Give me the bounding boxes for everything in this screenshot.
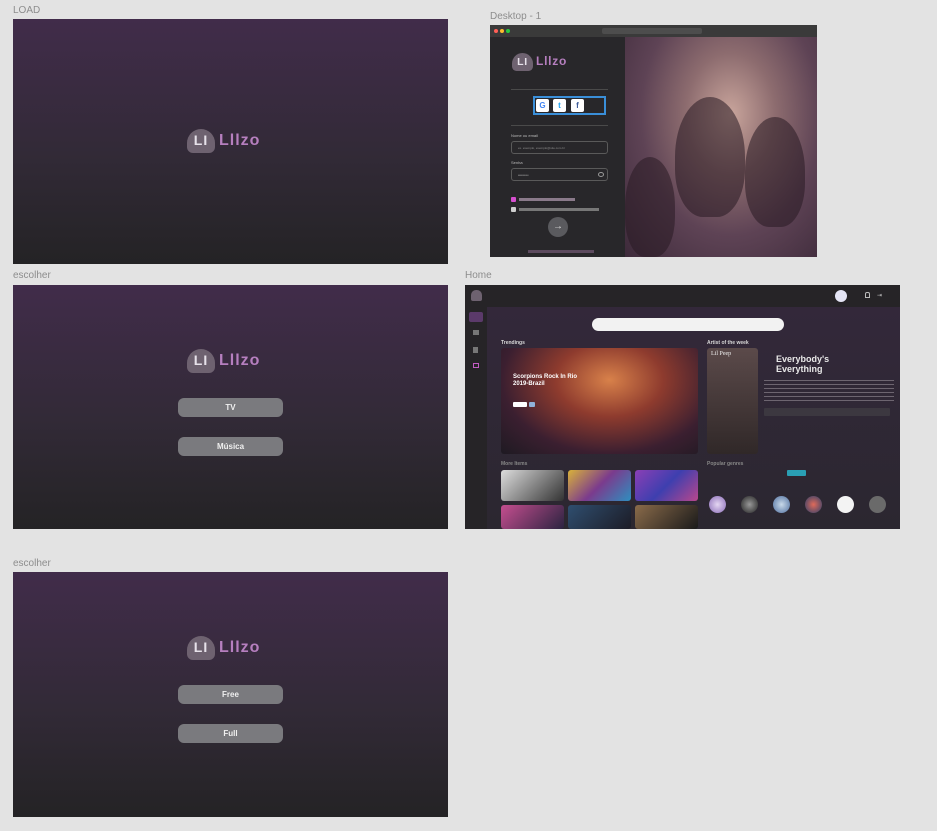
brand-logo: LI Lllzo — [187, 349, 260, 373]
password-label: Senha — [511, 160, 523, 165]
close-dot-icon[interactable] — [494, 29, 498, 33]
browser-toolbar — [490, 25, 817, 37]
remember-checkbox[interactable] — [511, 197, 516, 202]
brand-name: Lllzo — [219, 132, 261, 149]
concert-photo — [625, 37, 817, 257]
escolher-frame: LI Lllzo TV Música — [13, 285, 448, 529]
signup-link[interactable] — [528, 250, 594, 253]
featured-subtitle: 2019-Brazil — [513, 381, 545, 387]
google-icon[interactable]: G — [536, 99, 549, 112]
address-bar[interactable] — [602, 28, 702, 34]
trendings-title: Trendings — [501, 340, 525, 346]
genre-circle[interactable] — [709, 496, 726, 513]
remember-text — [519, 198, 575, 201]
maximize-dot-icon[interactable] — [506, 29, 510, 33]
brand-logo: LI Lllzo — [187, 636, 260, 660]
artist-week-title: Artist of the week — [707, 340, 749, 346]
song-title: Everybody's Everything — [776, 354, 830, 374]
tv-button[interactable]: TV — [178, 398, 283, 417]
bell-icon[interactable] — [865, 292, 870, 298]
home-frame: ⇥ Trendings Scorpions Rock In Rio 2019-B… — [465, 285, 900, 529]
popular-genres-title: Popular genres — [707, 461, 744, 467]
song-description — [764, 380, 894, 402]
genre-circle[interactable] — [741, 496, 758, 513]
item-thumb[interactable] — [568, 505, 631, 529]
avatar[interactable] — [835, 290, 847, 302]
logo-icon: LI — [512, 53, 533, 71]
sidebar — [465, 307, 487, 529]
password-field[interactable]: •••••••••• — [511, 168, 608, 181]
genre-circle[interactable] — [837, 496, 854, 513]
logo-icon: LI — [187, 129, 215, 153]
item-thumb[interactable] — [568, 470, 631, 501]
free-button[interactable]: Free — [178, 685, 283, 704]
facebook-icon[interactable]: f — [571, 99, 584, 112]
escolher-frame: LI Lllzo Free Full — [13, 572, 448, 817]
brand-logo: LI Lllzo — [187, 129, 260, 153]
top-bar: ⇥ — [465, 285, 900, 307]
chart-nav-icon[interactable] — [473, 330, 479, 335]
logo-icon: LI — [187, 349, 215, 373]
item-thumb[interactable] — [501, 505, 564, 529]
trending-banner[interactable]: Scorpions Rock In Rio 2019-Brazil — [501, 348, 698, 454]
frame-label-desktop: Desktop - 1 — [490, 11, 542, 22]
file-nav-icon[interactable] — [473, 347, 478, 353]
item-thumb[interactable] — [635, 470, 698, 501]
genre-tab-active[interactable] — [787, 470, 806, 476]
brand-name: Lllzo — [536, 55, 568, 68]
artist-card[interactable]: Lil Peep — [707, 348, 758, 454]
divider — [511, 89, 608, 90]
play-button[interactable] — [513, 402, 527, 407]
logo-icon: LI — [187, 636, 215, 660]
home-nav-icon[interactable] — [469, 312, 483, 322]
song-player-bar[interactable] — [764, 408, 890, 416]
divider — [511, 125, 608, 126]
genre-circle[interactable] — [773, 496, 790, 513]
musica-button[interactable]: Música — [178, 437, 283, 456]
login-panel: LI Lllzo G t f Nome ou email ex. exemplo… — [490, 37, 625, 257]
frame-label-escolher: escolher — [13, 270, 51, 281]
twitter-icon[interactable]: t — [553, 99, 566, 112]
search-input[interactable] — [592, 318, 784, 331]
desktop-frame: LI Lllzo G t f Nome ou email ex. exemplo… — [490, 25, 817, 257]
item-thumb[interactable] — [501, 470, 564, 501]
terms-checkbox[interactable] — [511, 207, 516, 212]
load-frame: LI Lllzo — [13, 19, 448, 264]
featured-title: Scorpions Rock In Rio — [513, 374, 578, 380]
add-button[interactable] — [529, 402, 535, 407]
genre-circle[interactable] — [869, 496, 886, 513]
brand-name: Lllzo — [219, 352, 261, 369]
home-main: Trendings Scorpions Rock In Rio 2019-Bra… — [487, 307, 900, 529]
brand-name: Lllzo — [219, 639, 261, 656]
arrow-right-icon[interactable]: → — [548, 217, 568, 237]
email-field[interactable]: ex. exemplo, exemplo@site.com.br — [511, 141, 608, 154]
terms-text — [519, 208, 599, 211]
frame-label-escolher: escolher — [13, 558, 51, 569]
artist-card-name: Lil Peep — [711, 351, 732, 357]
full-button[interactable]: Full — [178, 724, 283, 743]
eye-icon[interactable] — [598, 172, 604, 177]
frame-label-load: LOAD — [13, 5, 41, 16]
logo-icon — [471, 290, 482, 301]
genre-circle[interactable] — [805, 496, 822, 513]
more-items-title: More Items — [501, 461, 528, 467]
email-label: Nome ou email — [511, 133, 538, 138]
item-thumb[interactable] — [635, 505, 698, 529]
login-logo: LI Lllzo — [512, 53, 567, 71]
tv-nav-icon[interactable] — [473, 363, 479, 368]
minimize-dot-icon[interactable] — [500, 29, 504, 33]
frame-label-home: Home — [465, 270, 492, 281]
logout-icon[interactable]: ⇥ — [877, 292, 882, 299]
